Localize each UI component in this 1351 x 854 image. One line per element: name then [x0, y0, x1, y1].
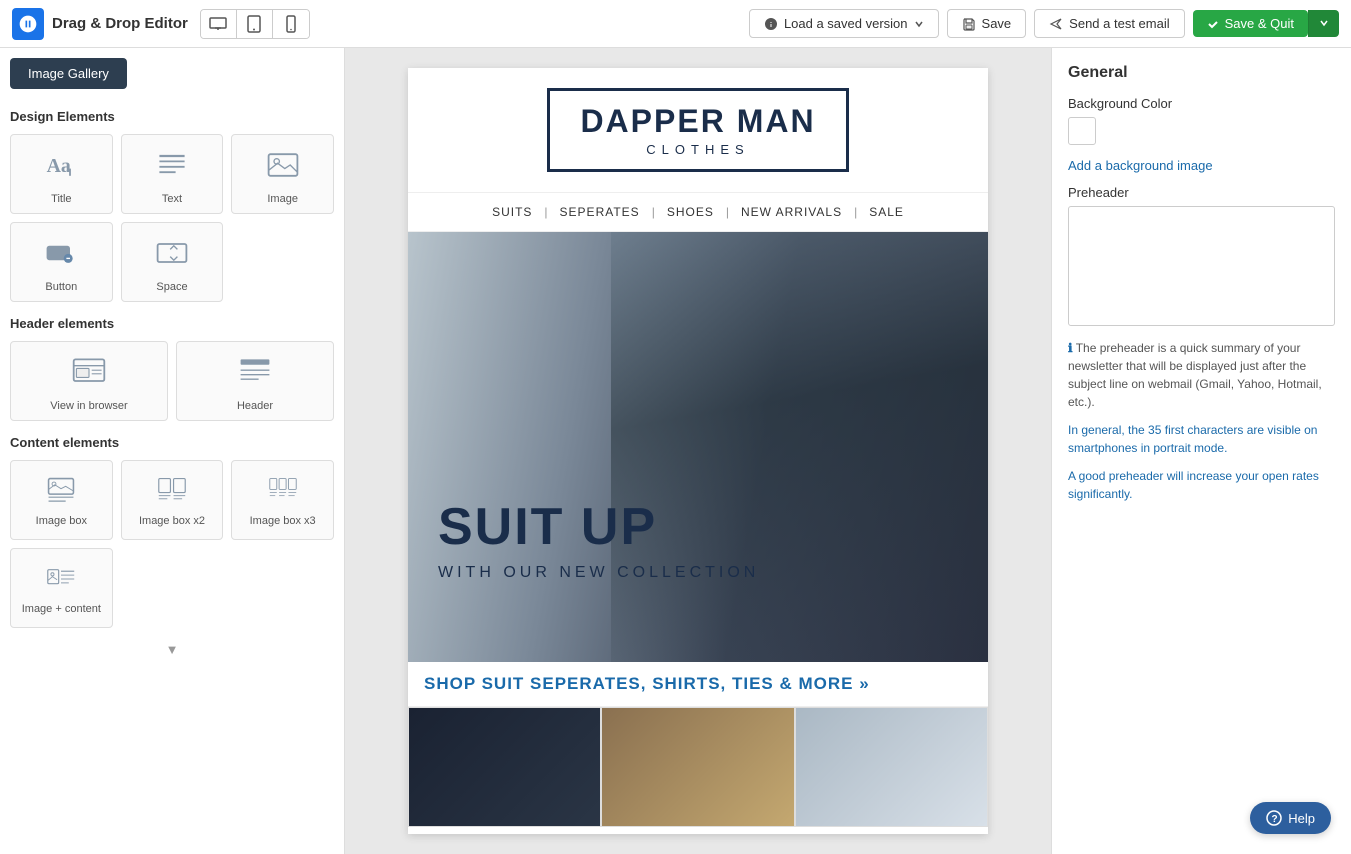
nav-suits: SUITS — [480, 205, 544, 219]
email-header: DAPPER MAN CLOTHES — [408, 68, 988, 193]
space-icon — [154, 235, 190, 275]
email-canvas: DAPPER MAN CLOTHES SUITS | SEPERATES | S… — [408, 68, 988, 834]
image-icon — [265, 147, 301, 187]
content-elements-title: Content elements — [10, 435, 334, 450]
send-test-button[interactable]: Send a test email — [1034, 9, 1184, 38]
panel-title: General — [1068, 64, 1335, 82]
save-quit-button[interactable]: Save & Quit — [1193, 10, 1308, 37]
image-gallery-button[interactable]: Image Gallery — [10, 58, 127, 89]
view-browser-label: View in browser — [50, 400, 127, 412]
app-title: Drag & Drop Editor — [52, 15, 188, 32]
canvas-area[interactable]: DAPPER MAN CLOTHES SUITS | SEPERATES | S… — [345, 48, 1051, 854]
mobile-button[interactable] — [273, 10, 309, 38]
email-nav: SUITS | SEPERATES | SHOES | NEW ARRIVALS… — [408, 193, 988, 232]
hero-subtitle: WITH OUR NEW COLLECTION — [438, 564, 759, 582]
element-image-box[interactable]: Image box — [10, 460, 113, 540]
device-buttons — [200, 9, 310, 39]
product-row — [408, 707, 988, 827]
help-button[interactable]: ? Help — [1250, 802, 1331, 834]
add-bg-image-link[interactable]: Add a background image — [1068, 158, 1335, 173]
image-box-x2-icon — [158, 477, 186, 509]
product-cell-3 — [795, 707, 988, 827]
title-icon: Aa — [43, 147, 79, 187]
svg-text:Aa: Aa — [47, 155, 71, 177]
image-content-label: Image + content — [22, 603, 101, 615]
right-panel: General Background Color Add a backgroun… — [1051, 48, 1351, 854]
color-swatch[interactable] — [1068, 117, 1096, 145]
nav-new-arrivals: NEW ARRIVALS — [729, 205, 854, 219]
title-label: Title — [51, 193, 71, 205]
design-elements-grid: Aa Title Text — [10, 134, 334, 302]
view-browser-icon — [71, 354, 107, 394]
button-icon — [43, 235, 79, 275]
topbar-right: Load a saved version Save Send a test em… — [749, 9, 1339, 38]
shop-link[interactable]: SHOP SUIT SEPERATES, SHIRTS, TIES & MORE… — [408, 662, 988, 707]
hero-image: SUIT UP WITH OUR NEW COLLECTION — [408, 232, 988, 662]
element-title[interactable]: Aa Title — [10, 134, 113, 214]
background-color-label: Background Color — [1068, 96, 1335, 111]
nav-seperates: SEPERATES — [548, 205, 652, 219]
email-logo-title: DAPPER MAN — [580, 103, 815, 140]
preheader-info-3: A good preheader will increase your open… — [1068, 467, 1335, 503]
image-box-x3-icon — [269, 477, 297, 509]
email-logo-subtitle: CLOTHES — [580, 142, 815, 157]
nav-sale: SALE — [857, 205, 916, 219]
app-logo: Drag & Drop Editor — [12, 8, 188, 40]
main-area: Image Gallery Design Elements Aa Title — [0, 48, 1351, 854]
element-space[interactable]: Space — [121, 222, 224, 302]
preheader-textarea[interactable] — [1068, 206, 1335, 326]
element-image[interactable]: Image — [231, 134, 334, 214]
element-image-box-x3[interactable]: Image box x3 — [231, 460, 334, 540]
nav-shoes: SHOES — [655, 205, 726, 219]
element-button[interactable]: Button — [10, 222, 113, 302]
preheader-info-1: ℹ The preheader is a quick summary of yo… — [1068, 339, 1335, 411]
image-box-label: Image box — [36, 515, 87, 527]
preheader-info-2: In general, the 35 first characters are … — [1068, 421, 1335, 457]
header-icon — [237, 354, 273, 394]
svg-text:?: ? — [1272, 814, 1278, 825]
image-label: Image — [267, 193, 298, 205]
product-cell-1 — [408, 707, 601, 827]
image-box-x2-label: Image box x2 — [139, 515, 205, 527]
email-logo: DAPPER MAN CLOTHES — [547, 88, 848, 172]
header-elements-grid: View in browser Header — [10, 341, 334, 421]
design-elements-title: Design Elements — [10, 109, 334, 124]
desktop-button[interactable] — [201, 10, 237, 38]
element-image-box-x2[interactable]: Image box x2 — [121, 460, 224, 540]
button-label: Button — [45, 281, 77, 293]
load-version-button[interactable]: Load a saved version — [749, 9, 939, 38]
tablet-button[interactable] — [237, 10, 273, 38]
logo-icon — [12, 8, 44, 40]
image-box-x3-label: Image box x3 — [250, 515, 316, 527]
preheader-label: Preheader — [1068, 185, 1335, 200]
header-elements-title: Header elements — [10, 316, 334, 331]
sidebar: Image Gallery Design Elements Aa Title — [0, 48, 345, 854]
space-label: Space — [156, 281, 187, 293]
element-view-in-browser[interactable]: View in browser — [10, 341, 168, 421]
header-label: Header — [237, 400, 273, 412]
scroll-indicator: ▼ — [10, 642, 334, 657]
info-icon: ℹ — [1068, 341, 1073, 355]
text-icon — [154, 147, 190, 187]
save-quit-dropdown[interactable] — [1308, 10, 1339, 37]
product-cell-2 — [601, 707, 794, 827]
element-header[interactable]: Header — [176, 341, 334, 421]
image-box-icon — [47, 477, 75, 509]
topbar: Drag & Drop Editor Load a saved version … — [0, 0, 1351, 48]
element-image-content[interactable]: Image + content — [10, 548, 113, 628]
save-button[interactable]: Save — [947, 9, 1027, 38]
topbar-left: Drag & Drop Editor — [12, 8, 310, 40]
text-label: Text — [162, 193, 182, 205]
hero-title-line1: SUIT UP — [438, 499, 759, 556]
element-text[interactable]: Text — [121, 134, 224, 214]
save-quit-group: Save & Quit — [1193, 10, 1339, 37]
image-content-icon — [47, 565, 75, 597]
hero-text: SUIT UP WITH OUR NEW COLLECTION — [438, 499, 759, 582]
content-elements-grid: Image box Image box x2 — [10, 460, 334, 628]
